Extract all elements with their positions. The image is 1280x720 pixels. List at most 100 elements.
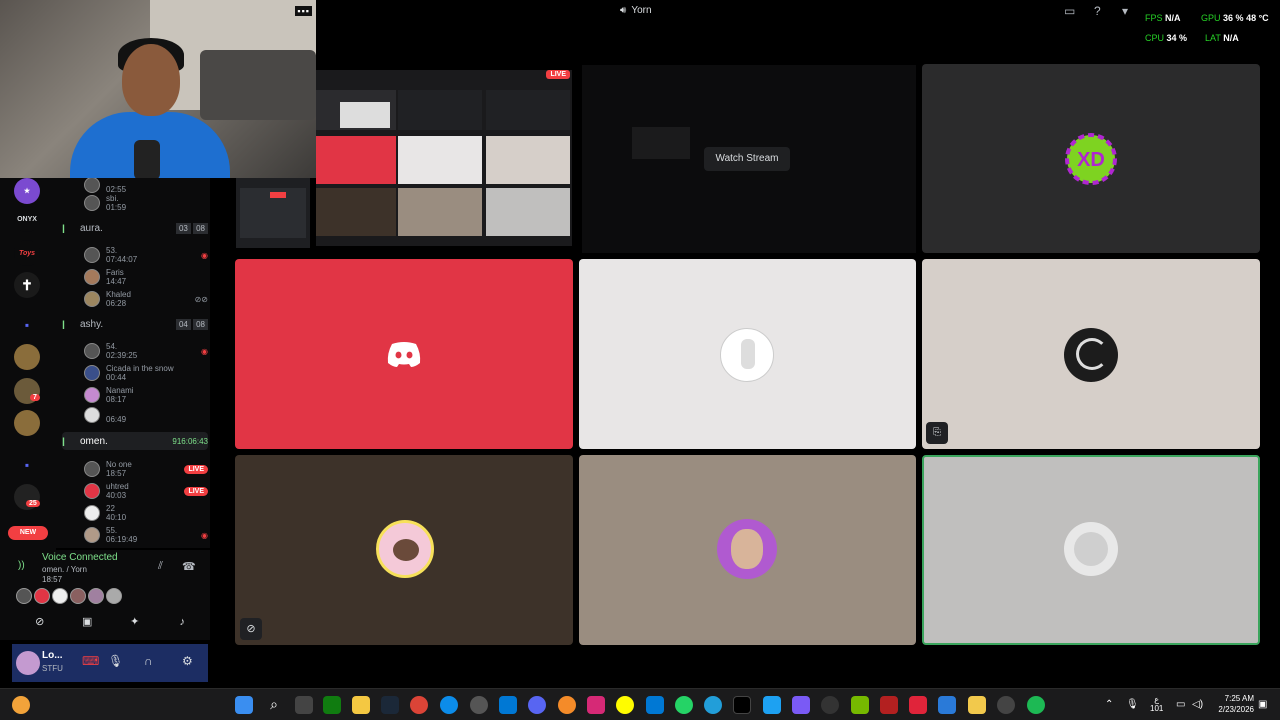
server-star-icon[interactable]: ★ <box>14 178 40 204</box>
activities-icon[interactable]: ✦ <box>121 612 149 632</box>
xbox-icon[interactable] <box>323 696 341 714</box>
search-icon[interactable]: ⌕ <box>265 696 283 714</box>
stream-preview[interactable]: LIVE <box>316 70 572 246</box>
steam-icon[interactable] <box>381 696 399 714</box>
folder-icon-2[interactable]: ▪ <box>14 452 40 478</box>
voice-user[interactable]: 55. 06:19:49 ◉ <box>84 524 208 546</box>
disconnect-icon[interactable]: ☎ <box>182 560 196 573</box>
rail-badge-25: 25 <box>26 500 40 507</box>
controller-icon[interactable]: ⌨ <box>82 654 99 668</box>
mic-tray-icon[interactable]: 🎙︎ <box>1126 699 1139 710</box>
speaker-icon: 🔊︎ <box>620 5 627 16</box>
weather-icon[interactable] <box>12 696 30 714</box>
voice-user[interactable]: 22 40:10 <box>84 502 208 524</box>
instagram-icon[interactable] <box>587 696 605 714</box>
voice-user[interactable]: 06:49 <box>84 404 208 426</box>
volume-icon[interactable]: ◁) <box>1192 699 1203 710</box>
store-icon[interactable] <box>968 696 986 714</box>
bookmark-icon[interactable]: ▾ <box>1122 4 1128 18</box>
participant-avatar <box>1064 328 1118 382</box>
task-view-icon[interactable] <box>295 696 313 714</box>
app-icon-5[interactable] <box>997 696 1015 714</box>
voice-user[interactable]: uhtred 40:03 LIVE <box>84 480 208 502</box>
voice-user[interactable]: 54. 02:39:25 ◉ <box>84 340 208 362</box>
participant-avatar <box>717 519 777 579</box>
keyboard-layout[interactable]: ع 101 <box>1150 695 1163 713</box>
participant-avatar <box>1064 522 1118 576</box>
voice-user[interactable]: Nanami 08:17 <box>84 384 208 406</box>
voice-user[interactable]: Cicada in the snow 00:44 <box>84 362 208 384</box>
noise-suppression-icon[interactable]: ⫽ <box>158 560 163 573</box>
app-icon-2[interactable] <box>792 696 810 714</box>
stream-icon[interactable]: ⎘ <box>926 422 948 444</box>
server-toys[interactable]: Toys <box>14 240 40 266</box>
help-icon[interactable]: ? <box>1094 4 1101 18</box>
outlook-icon[interactable] <box>499 696 517 714</box>
notification-icon[interactable]: ▣ <box>1258 699 1267 710</box>
discord-logo-icon <box>387 342 421 367</box>
voice-user[interactable]: Faris 14:47 <box>84 266 208 288</box>
webcam-overlay: ▪▪▪ <box>0 0 316 178</box>
chatgpt-icon[interactable] <box>470 696 488 714</box>
telegram-icon[interactable] <box>704 696 722 714</box>
headphones-icon[interactable]: ∩ <box>144 654 153 668</box>
discord-icon[interactable] <box>528 696 546 714</box>
app-icon[interactable] <box>558 696 576 714</box>
channel-list: 02:55 sbi. 01:59 ||| aura. 03 08 53. 07:44… <box>56 178 210 548</box>
voice-channel-ashy[interactable]: ||| ashy. 04 08 <box>62 315 208 333</box>
chevron-up-icon[interactable]: ⌃ <box>1105 699 1113 710</box>
camera-off-icon[interactable]: ⊘ <box>26 612 54 632</box>
mic-icon[interactable]: 🎙︎ <box>108 654 123 668</box>
voice-participants <box>16 588 122 604</box>
user-panel: Lo... STFU ⌨ 🎙︎ ∩ ⚙ <box>12 644 208 682</box>
taskbar: ⌕ ⌃ 🎙︎ ع 101 ▭ ◁) 7:25 AM 2/23/2026 ▣ <box>0 688 1280 720</box>
file-explorer-icon[interactable] <box>352 696 370 714</box>
voice-user[interactable]: Khaled 06:28 ⊘⊘ <box>84 288 208 310</box>
fps-stat: FPS N/A <box>1145 13 1181 23</box>
signal-icon: )) <box>18 560 25 571</box>
mail-icon[interactable] <box>646 696 664 714</box>
server-avatar-1[interactable] <box>14 344 40 370</box>
clock[interactable]: 7:25 AM 2/23/2026 <box>1208 693 1254 715</box>
app-icon-4[interactable] <box>938 696 956 714</box>
voice-user[interactable]: 53. 07:44:07 ◉ <box>84 244 208 266</box>
settings-icon[interactable] <box>821 696 839 714</box>
voice-channel-path[interactable]: omen. / Yorn 18:57 <box>42 565 87 585</box>
screen-share-icon[interactable]: ▣ <box>73 612 101 632</box>
watch-stream-button[interactable]: Watch Stream <box>704 147 790 171</box>
voice-icon: ||| <box>62 436 65 446</box>
voice-user[interactable]: sbi. 01:59 <box>84 192 208 214</box>
live-badge: LIVE <box>546 70 570 79</box>
cam-badge: ▪▪▪ <box>295 6 312 16</box>
username[interactable]: Lo... <box>42 650 63 661</box>
voice-channel-omen[interactable]: ||| omen. 916:06:43 <box>62 432 208 450</box>
voice-user[interactable]: No one 18:57 LIVE <box>84 458 208 480</box>
voicemod-icon[interactable] <box>880 696 898 714</box>
network-icon[interactable]: ▭ <box>1176 699 1185 710</box>
voice-channel-aura[interactable]: ||| aura. 03 08 <box>62 219 208 237</box>
chrome-icon[interactable] <box>410 696 428 714</box>
folder-icon[interactable]: ▪ <box>14 312 40 338</box>
settings-gear-icon[interactable]: ⚙ <box>182 654 193 668</box>
tiktok-icon[interactable] <box>733 696 751 714</box>
soundboard-icon[interactable]: ♪ <box>168 612 196 632</box>
stream-thumbnail-small[interactable] <box>236 178 310 248</box>
spotify-icon[interactable] <box>1027 696 1045 714</box>
voice-status: Voice Connected <box>42 552 118 563</box>
snapchat-icon[interactable] <box>616 696 634 714</box>
gpu-stat: GPU 36 % 48 °C <box>1201 13 1269 23</box>
window-title: 🔊︎ Yorn <box>620 5 652 16</box>
avatar[interactable] <box>16 651 40 675</box>
whatsapp-icon[interactable] <box>675 696 693 714</box>
voice-icon: ||| <box>62 223 65 233</box>
twitter-icon[interactable] <box>763 696 781 714</box>
screen: ▪▪▪ 🔊︎ Yorn ▭ ? ▾ FPS N/A GPU 36 % 48 °C… <box>0 0 1280 720</box>
start-icon[interactable] <box>235 696 253 714</box>
inbox-icon[interactable]: ▭ <box>1064 4 1075 18</box>
app-icon-3[interactable] <box>909 696 927 714</box>
server-onyx[interactable]: ONYX <box>14 206 40 232</box>
edge-icon[interactable] <box>440 696 458 714</box>
server-cross-icon[interactable]: ✝ <box>14 272 40 298</box>
nvidia-icon[interactable] <box>851 696 869 714</box>
server-avatar-3[interactable] <box>14 410 40 436</box>
